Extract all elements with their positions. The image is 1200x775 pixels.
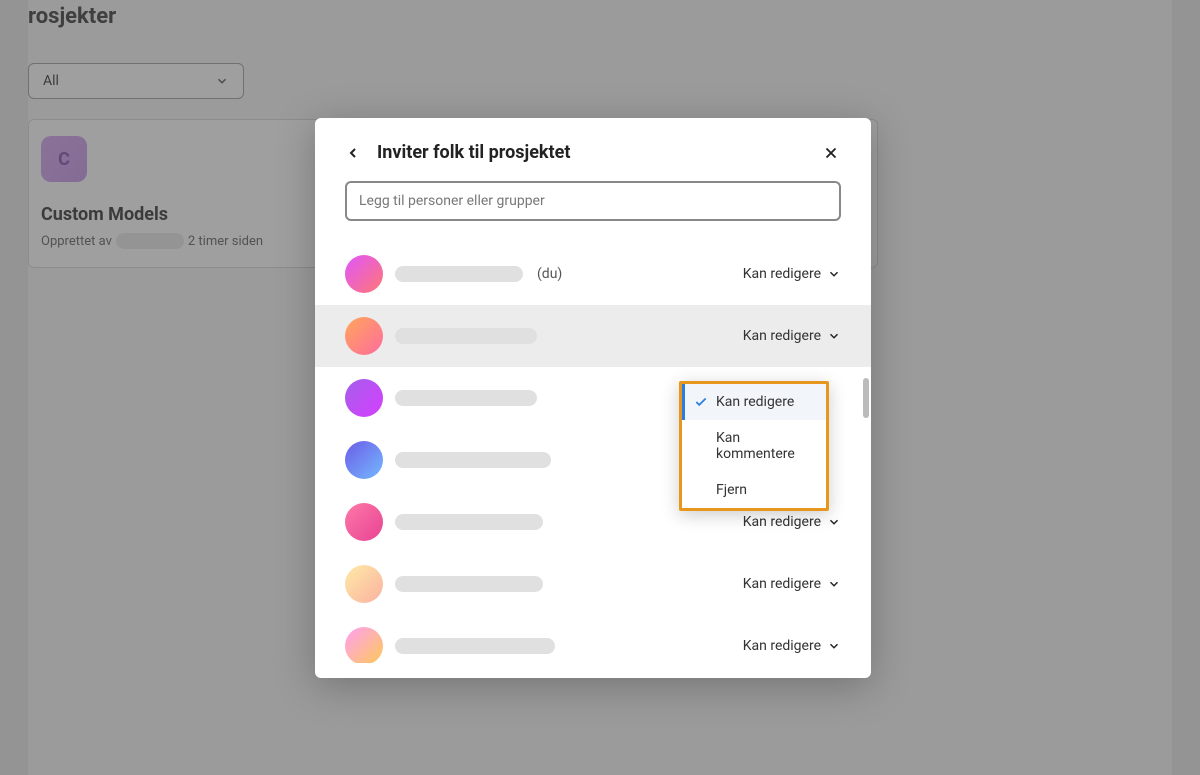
permission-label: Kan redigere	[743, 514, 821, 530]
member-name-placeholder	[395, 390, 537, 406]
avatar	[345, 627, 383, 663]
permission-label: Kan redigere	[743, 576, 821, 592]
permission-option[interactable]: Kan redigere	[682, 384, 826, 420]
chevron-down-icon	[827, 577, 841, 591]
member-name-placeholder	[395, 266, 523, 282]
member-left	[345, 441, 551, 479]
permission-select[interactable]: Kan redigere	[743, 576, 841, 592]
add-people-input[interactable]: Legg til personer eller grupper	[345, 181, 841, 221]
member-left	[345, 565, 543, 603]
you-suffix: (du)	[537, 266, 562, 282]
permission-label: Kan redigere	[743, 638, 821, 654]
member-row: Kan redigere	[315, 615, 871, 663]
member-name-placeholder	[395, 452, 551, 468]
member-name-placeholder	[395, 514, 543, 530]
search-placeholder: Legg til personer eller grupper	[359, 193, 545, 209]
permission-option[interactable]: Kan kommentere	[682, 420, 826, 472]
avatar	[345, 255, 383, 293]
member-left	[345, 627, 555, 663]
permission-select[interactable]: Kan redigere	[743, 266, 841, 282]
permission-select[interactable]: Kan redigere	[743, 638, 841, 654]
member-row: Kan redigere	[315, 305, 871, 367]
member-name-placeholder	[395, 638, 555, 654]
member-name-placeholder	[395, 576, 543, 592]
scrollbar[interactable]	[863, 378, 869, 418]
avatar	[345, 317, 383, 355]
member-left	[345, 503, 543, 541]
permission-option[interactable]: Fjern	[682, 472, 826, 508]
avatar	[345, 379, 383, 417]
chevron-down-icon	[827, 639, 841, 653]
avatar	[345, 503, 383, 541]
check-icon	[694, 395, 708, 409]
member-row: (du) Kan redigere	[315, 243, 871, 305]
permission-select[interactable]: Kan redigere	[743, 328, 841, 344]
member-row: Kan redigere	[315, 553, 871, 615]
close-button[interactable]	[821, 143, 841, 163]
member-left	[345, 379, 537, 417]
close-icon	[822, 144, 840, 162]
permission-option-label: Kan redigere	[716, 394, 794, 410]
permission-select[interactable]: Kan redigere	[743, 514, 841, 530]
permission-label: Kan redigere	[743, 328, 821, 344]
avatar	[345, 565, 383, 603]
chevron-down-icon	[827, 515, 841, 529]
member-left	[345, 317, 537, 355]
avatar	[345, 441, 383, 479]
back-button[interactable]	[345, 144, 363, 162]
member-left: (du)	[345, 255, 562, 293]
modal-title: Inviter folk til prosjektet	[377, 142, 570, 163]
chevron-down-icon	[827, 329, 841, 343]
permission-dropdown: Kan redigere Kan kommentere Fjern	[679, 381, 829, 511]
permission-label: Kan redigere	[743, 266, 821, 282]
member-name-placeholder	[395, 328, 537, 344]
modal-header: Inviter folk til prosjektet	[315, 118, 871, 181]
chevron-down-icon	[827, 267, 841, 281]
permission-option-label: Kan kommentere	[716, 430, 814, 462]
modal-header-left: Inviter folk til prosjektet	[345, 142, 570, 163]
chevron-left-icon	[345, 145, 361, 161]
permission-option-label: Fjern	[716, 482, 747, 498]
